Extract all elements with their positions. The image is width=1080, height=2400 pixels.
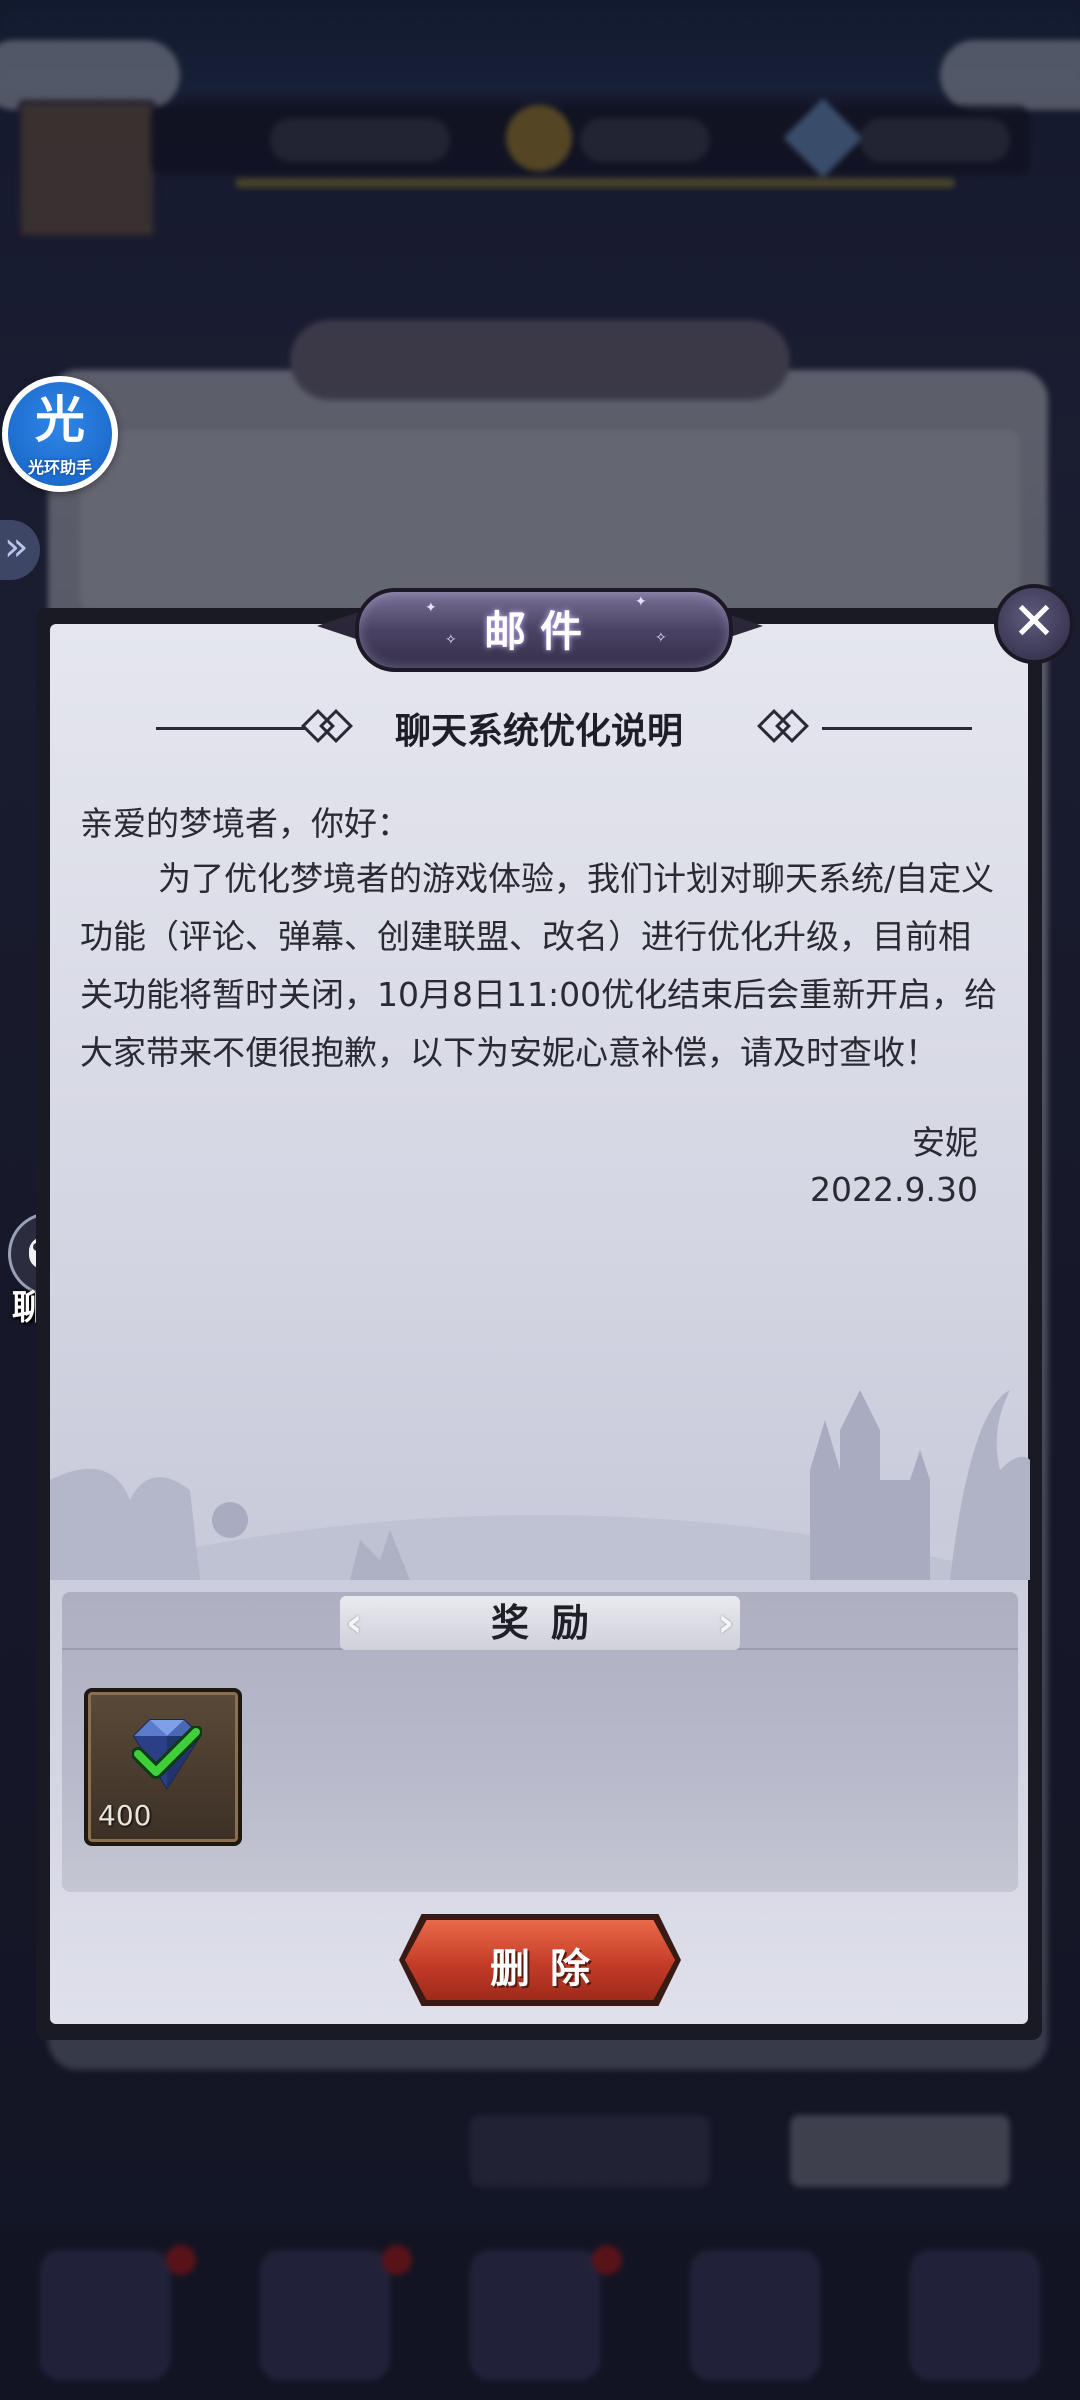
reward-item-diamond[interactable]: 400 — [84, 1688, 242, 1846]
delete-button[interactable]: 删除 — [399, 1914, 681, 2006]
assistant-label: 光环助手 — [27, 458, 92, 477]
reward-quantity: 400 — [98, 1799, 152, 1832]
mail-body-text: 为了优化梦境者的游戏体验，我们计划对聊天系统/自定义功能（评论、弹幕、创建联盟、… — [80, 859, 998, 1072]
checkmark-icon — [132, 1726, 202, 1779]
rewards-header-label: 奖励 — [490, 1601, 611, 1645]
chevron-left-ornament-icon: ‹ — [346, 1600, 363, 1646]
chevron-right-ornament-icon: › — [717, 1600, 734, 1646]
rewards-header: ‹ 奖励 › — [340, 1596, 740, 1650]
mail-greeting: 亲爱的梦境者，你好： — [80, 804, 410, 843]
close-button[interactable]: ✕ — [994, 584, 1074, 664]
mail-title: 邮件 — [483, 607, 596, 656]
assistant-logo-glyph: 光 — [35, 391, 85, 449]
double-chevron-right-icon: » — [4, 524, 29, 570]
mail-subject-row: 聊天系统优化说明 — [36, 692, 1042, 762]
delete-label: 删除 — [490, 1946, 610, 1992]
halo-assistant-button[interactable]: 光 光环助手 — [2, 376, 118, 492]
divider-line — [822, 727, 972, 730]
close-icon: ✕ — [1012, 592, 1056, 652]
mail-signature: 安妮 — [912, 1123, 978, 1162]
mail-date: 2022.9.30 — [810, 1170, 978, 1209]
mail-title-plaque: ✦ ✦ ✧ ✧ 邮件 — [317, 580, 763, 672]
castle-silhouette-decoration — [50, 1390, 1030, 1580]
